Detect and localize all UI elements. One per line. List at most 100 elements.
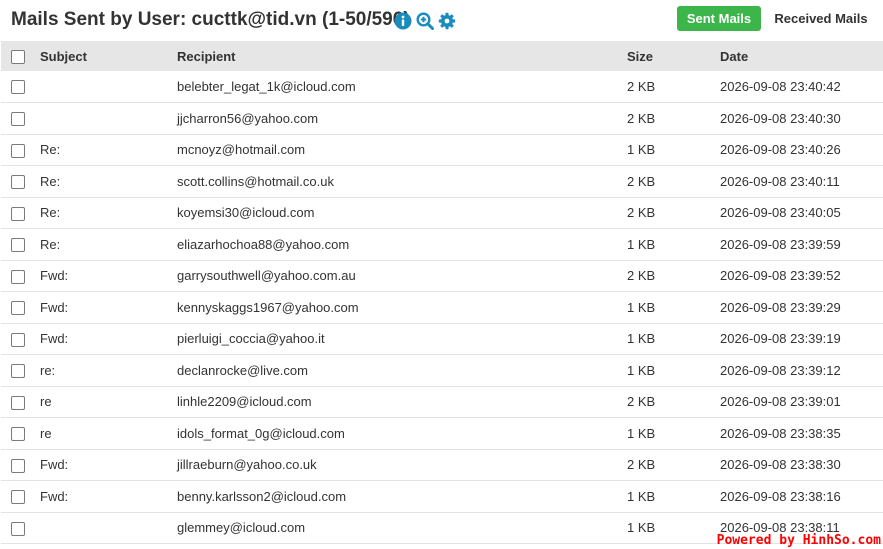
date-cell: 2026-09-08 23:39:12	[720, 362, 841, 378]
table-row[interactable]: belebter_legat_1k@icloud.com 2 KB 2026-09-…	[1, 71, 883, 103]
select-all-cell	[1, 41, 40, 71]
subject-cell: Re:	[40, 236, 61, 252]
date-cell: 2026-09-08 23:40:05	[720, 205, 841, 221]
row-checkbox[interactable]	[11, 301, 25, 316]
column-header-date[interactable]: Date	[720, 41, 883, 71]
subject-cell: Re:	[40, 173, 61, 189]
date-cell: 2026-09-08 23:40:26	[720, 142, 841, 158]
row-select-cell	[1, 481, 40, 513]
date-cell: 2026-09-08 23:39:19	[720, 331, 841, 347]
recipient-cell: scott.collins@hotmail.co.uk	[177, 173, 334, 189]
page-header: Mails Sent by User: cucttk@tid.vn (1-50/…	[0, 0, 883, 41]
column-header-recipient[interactable]: Recipient	[177, 41, 627, 71]
table-row[interactable]: Fwd: jillraeburn@yahoo.co.uk 2 KB 2026-09-0…	[1, 449, 883, 481]
column-header-size[interactable]: Size	[627, 41, 720, 71]
sent-mails-button[interactable]: Sent Mails	[677, 6, 761, 31]
recipient-cell: jillraeburn@yahoo.co.uk	[177, 457, 317, 473]
subject-cell: Fwd:	[40, 331, 69, 347]
subject-cell: Fwd:	[40, 457, 69, 473]
date-cell: 2026-09-08 23:40:42	[720, 79, 841, 94]
subject-cell	[40, 103, 177, 135]
title-icons	[394, 12, 456, 30]
row-checkbox[interactable]	[11, 427, 25, 442]
row-checkbox[interactable]	[11, 395, 25, 410]
size-cell: 1 KB	[627, 520, 656, 536]
row-select-cell	[1, 197, 40, 229]
recipient-cell: pierluigi_coccia@yahoo.it	[177, 331, 325, 347]
powered-by-footer[interactable]: Powered by HinhSo.com	[717, 533, 881, 548]
table-row[interactable]: Re: scott.collins@hotmail.co.uk 2 KB 2026-0…	[1, 166, 883, 198]
date-cell: 2026-09-08 23:38:16	[720, 488, 841, 504]
date-cell: 2026-09-08 23:38:35	[720, 425, 841, 441]
size-cell: 1 KB	[627, 142, 656, 158]
subject-cell: Fwd:	[40, 268, 69, 284]
row-checkbox[interactable]	[11, 112, 25, 127]
subject-cell: re	[40, 394, 52, 410]
table-row[interactable]: Re: mcnoyz@hotmail.com 1 KB 2026-09-08 23:4…	[1, 134, 883, 166]
table-row[interactable]: jjcharron56@yahoo.com 2 KB 2026-09-08 23:4…	[1, 103, 883, 135]
size-cell: 2 KB	[627, 79, 656, 94]
subject-cell: Fwd:	[40, 299, 69, 315]
date-cell: 2026-09-08 23:39:29	[720, 299, 841, 315]
row-checkbox[interactable]	[11, 206, 25, 221]
table-row[interactable]: re idols_format_0g@icloud.com 1 KB 2026-09-…	[1, 418, 883, 450]
row-checkbox[interactable]	[11, 521, 25, 536]
size-cell: 2 KB	[627, 394, 656, 410]
recipient-cell: belebter_legat_1k@icloud.com	[177, 79, 356, 94]
table-row[interactable]: Fwd: pierluigi_coccia@yahoo.it 1 KB 2026-09…	[1, 323, 883, 355]
size-cell: 1 KB	[627, 425, 656, 441]
table-header-row: Subject Recipient Size Date	[1, 41, 883, 71]
table-row[interactable]: Re: koyemsi30@icloud.com 2 KB 2026-09-08 23…	[1, 197, 883, 229]
subject-cell: Fwd:	[40, 488, 69, 504]
row-checkbox[interactable]	[11, 175, 25, 190]
row-checkbox[interactable]	[11, 458, 25, 473]
size-cell: 2 KB	[627, 205, 656, 221]
recipient-cell: idols_format_0g@icloud.com	[177, 425, 345, 441]
row-checkbox[interactable]	[11, 238, 25, 253]
recipient-cell: glemmey@icloud.com	[177, 520, 306, 536]
table-row[interactable]: Fwd: garrysouthwell@yahoo.com.au 2 KB 2026-…	[1, 260, 883, 292]
row-checkbox[interactable]	[11, 269, 25, 284]
subject-cell: re	[40, 425, 52, 441]
subject-cell: re:	[40, 362, 56, 378]
info-icon[interactable]	[394, 12, 412, 30]
date-cell: 2026-09-08 23:40:11	[720, 173, 840, 189]
size-cell: 2 KB	[627, 268, 656, 284]
table-row[interactable]: Fwd: kennyskaggs1967@yahoo.com 1 KB 2026-09…	[1, 292, 883, 324]
subject-cell	[40, 71, 177, 103]
row-checkbox[interactable]	[11, 364, 25, 379]
row-select-cell	[1, 292, 40, 324]
received-mails-button[interactable]: Received Mails	[766, 6, 876, 31]
gear-icon[interactable]	[438, 12, 456, 30]
row-checkbox[interactable]	[11, 80, 25, 95]
recipient-cell: jjcharron56@yahoo.com	[177, 110, 319, 126]
row-checkbox[interactable]	[11, 332, 25, 347]
recipient-cell: koyemsi30@icloud.com	[177, 205, 315, 221]
size-cell: 1 KB	[627, 236, 656, 252]
table-row[interactable]: re: declanrocke@live.com 1 KB 2026-09-08 23…	[1, 355, 883, 387]
table-row[interactable]: Fwd: benny.karlsson2@icloud.com 1 KB 2026-0…	[1, 481, 883, 513]
row-select-cell	[1, 166, 40, 198]
recipient-cell: kennyskaggs1967@yahoo.com	[177, 299, 359, 315]
page-title: Mails Sent by User: cucttk@tid.vn (1-50/…	[11, 9, 410, 30]
column-header-subject[interactable]: Subject	[40, 41, 177, 71]
table-row[interactable]: Re: eliazarhochoa88@yahoo.com 1 KB 2026-09-…	[1, 229, 883, 260]
size-cell: 1 KB	[627, 362, 656, 378]
select-all-checkbox[interactable]	[11, 49, 25, 64]
row-select-cell	[1, 418, 40, 450]
subject-cell: Re:	[40, 205, 61, 221]
row-select-cell	[1, 260, 40, 292]
date-cell: 2026-09-08 23:38:30	[720, 457, 841, 473]
subject-cell	[40, 512, 177, 544]
recipient-cell: declanrocke@live.com	[177, 362, 308, 378]
date-cell: 2026-09-08 23:39:01	[720, 394, 841, 410]
zoom-in-icon[interactable]	[416, 12, 434, 30]
row-checkbox[interactable]	[11, 143, 25, 158]
row-select-cell	[1, 355, 40, 387]
row-select-cell	[1, 71, 40, 103]
recipient-cell: garrysouthwell@yahoo.com.au	[177, 268, 356, 284]
table-row[interactable]: re linhle2209@icloud.com 2 KB 2026-09-08 23…	[1, 386, 883, 418]
row-checkbox[interactable]	[11, 490, 25, 505]
size-cell: 2 KB	[627, 457, 656, 473]
recipient-cell: eliazarhochoa88@yahoo.com	[177, 236, 350, 252]
